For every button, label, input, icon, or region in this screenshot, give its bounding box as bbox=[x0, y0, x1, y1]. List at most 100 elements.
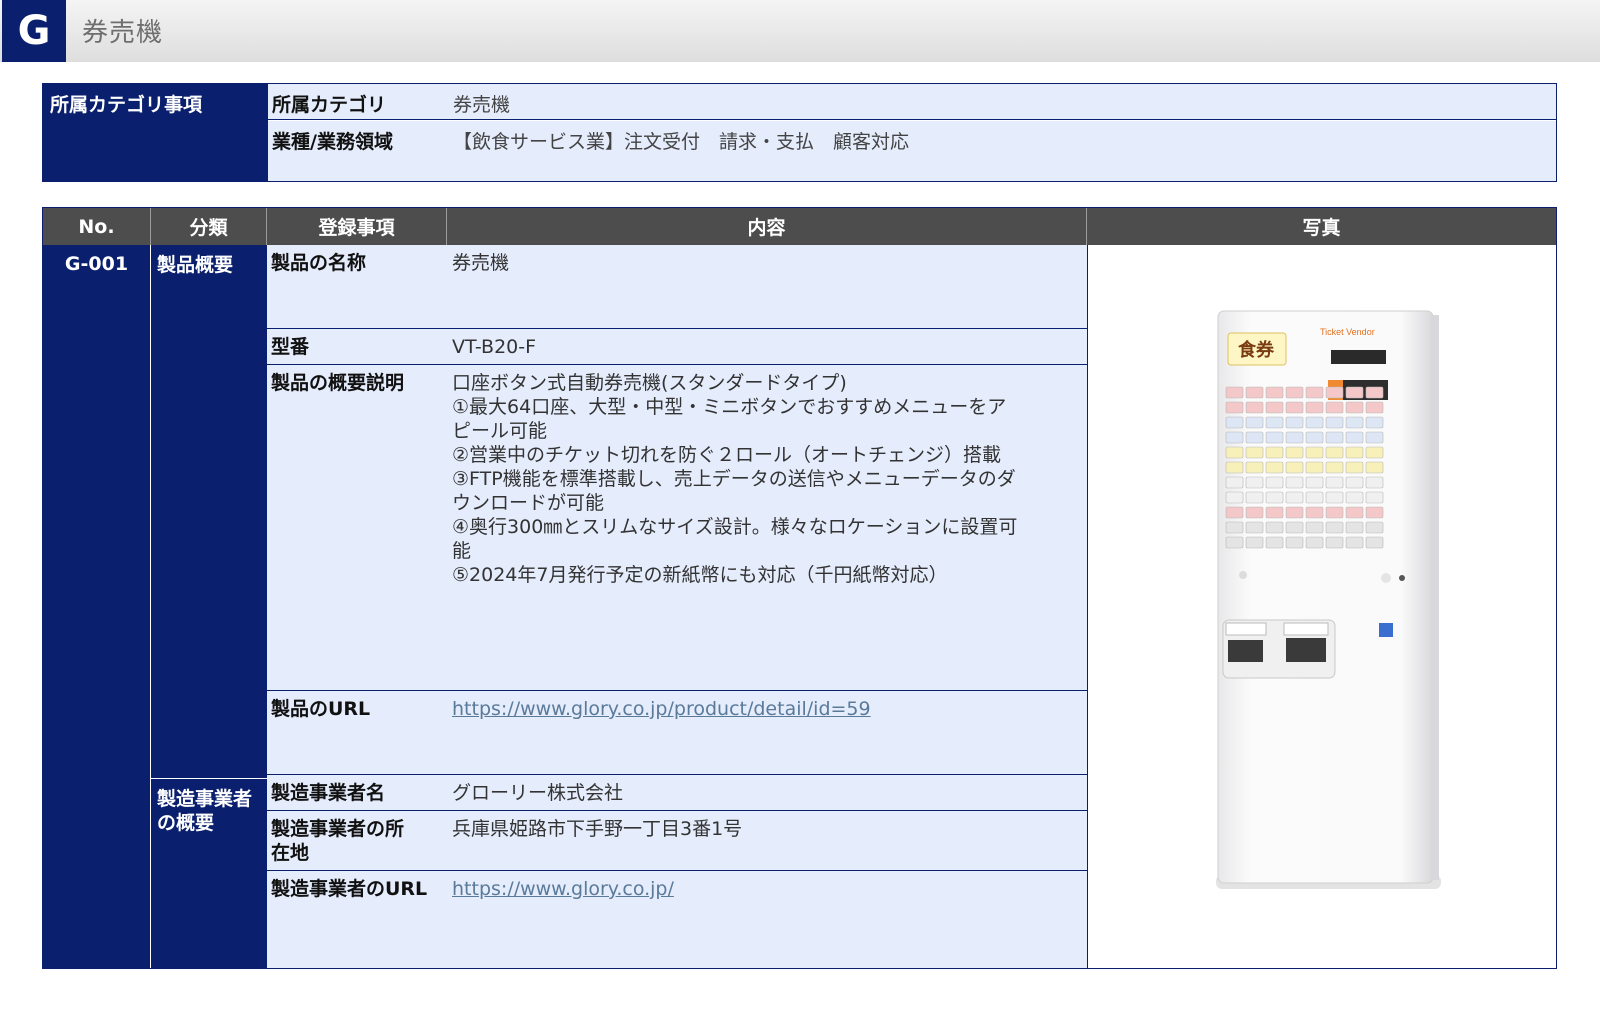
menu-button-shape bbox=[1265, 401, 1284, 414]
menu-button-shape bbox=[1285, 401, 1304, 414]
description-line: 能 bbox=[452, 540, 472, 562]
product-name-label: 製品の名称 bbox=[271, 252, 367, 274]
menu-button-shape bbox=[1305, 401, 1324, 414]
menu-button-shape bbox=[1245, 416, 1264, 429]
model-value: VT-B20-F bbox=[452, 336, 537, 358]
registration-table: No. 分類 登録事項 内容 写真 G-001 製品概要 製造事業者の概要 製品… bbox=[42, 207, 1557, 969]
menu-button-shape bbox=[1305, 386, 1324, 399]
row-product-name: 製品の名称 券売機 bbox=[267, 245, 1087, 329]
photo-cell: 食券 Ticket Vendor bbox=[1087, 245, 1556, 968]
entry-number: G-001 bbox=[43, 245, 151, 968]
menu-button-shape bbox=[1325, 401, 1344, 414]
header-classification: 分類 bbox=[151, 208, 267, 245]
description-line: ④奥行300㎜とスリムなサイズ設計。様々なロケーションに設置可 bbox=[452, 516, 1018, 538]
menu-button-shape bbox=[1305, 461, 1324, 474]
category-value: 券売機 bbox=[453, 94, 511, 116]
menu-button-shape bbox=[1305, 476, 1324, 489]
description-line: ③FTP機能を標準搭載し、売上データの送信やメニューデータのダ bbox=[452, 468, 1016, 490]
menu-button-shape bbox=[1285, 431, 1304, 444]
product-name-value: 券売機 bbox=[452, 252, 510, 274]
row-maker-name: 製造事業者名 グローリー株式会社 bbox=[267, 775, 1087, 811]
menu-button-shape bbox=[1325, 521, 1344, 534]
menu-button-shape bbox=[1365, 386, 1384, 399]
maker-url-link[interactable]: https://www.glory.co.jp/ bbox=[452, 878, 674, 900]
menu-button-shape bbox=[1265, 506, 1284, 519]
menu-button-shape bbox=[1305, 506, 1324, 519]
row-product-url: 製品のURL https://www.glory.co.jp/product/d… bbox=[267, 691, 1087, 775]
menu-button-shape bbox=[1225, 476, 1244, 489]
menu-button-shape bbox=[1225, 446, 1244, 459]
description-line: 口座ボタン式自動券売機(スタンダードタイプ) bbox=[452, 372, 847, 394]
description-label: 製品の概要説明 bbox=[271, 372, 405, 394]
maker-name-label: 製造事業者名 bbox=[271, 782, 386, 804]
menu-button-shape bbox=[1285, 476, 1304, 489]
industry-label: 業種/業務領域 bbox=[272, 131, 393, 153]
sign-brand: Ticket Vendor bbox=[1320, 327, 1375, 337]
menu-button-shape bbox=[1325, 506, 1344, 519]
product-url-label: 製品のURL bbox=[271, 698, 371, 720]
menu-button-shape bbox=[1245, 386, 1264, 399]
menu-button-shape bbox=[1265, 476, 1284, 489]
description-value: 口座ボタン式自動券売機(スタンダードタイプ) ①最大64口座、大型・中型・ミニボ… bbox=[452, 371, 1077, 587]
menu-button-shape bbox=[1345, 461, 1364, 474]
description-line: ②営業中のチケット切れを防ぐ２ロール（オートチェンジ）搭載 bbox=[452, 444, 1002, 466]
menu-button-shape bbox=[1285, 536, 1304, 549]
menu-button-shape bbox=[1365, 521, 1384, 534]
menu-button-shape bbox=[1365, 416, 1384, 429]
menu-button-shape bbox=[1345, 401, 1364, 414]
menu-button-shape bbox=[1265, 461, 1284, 474]
menu-button-shape bbox=[1225, 461, 1244, 474]
menu-button-shape bbox=[1305, 521, 1324, 534]
maker-url-cell: https://www.glory.co.jp/ bbox=[452, 877, 1077, 901]
sign-food-ticket: 食券 bbox=[1237, 339, 1275, 360]
menu-button-shape bbox=[1345, 431, 1364, 444]
menu-button-shape bbox=[1305, 446, 1324, 459]
menu-button-shape bbox=[1245, 461, 1264, 474]
product-url-link[interactable]: https://www.glory.co.jp/product/detail/i… bbox=[452, 698, 871, 720]
menu-button-shape bbox=[1265, 416, 1284, 429]
menu-button-shape bbox=[1225, 536, 1244, 549]
row-model: 型番 VT-B20-F bbox=[267, 329, 1087, 365]
model-label: 型番 bbox=[271, 336, 310, 358]
menu-button-shape bbox=[1245, 431, 1264, 444]
menu-button-shape bbox=[1365, 446, 1384, 459]
header-no: No. bbox=[43, 208, 151, 245]
maker-address-label: 製造事業者の所在地 bbox=[271, 818, 405, 864]
menu-button-shape bbox=[1265, 521, 1284, 534]
menu-button-shape bbox=[1225, 506, 1244, 519]
description-line: ウンロードが可能 bbox=[452, 492, 605, 514]
menu-button-shape bbox=[1245, 506, 1264, 519]
category-heading: 所属カテゴリ事項 bbox=[43, 84, 268, 181]
menu-button-shape bbox=[1285, 521, 1304, 534]
menu-button-shape bbox=[1365, 431, 1384, 444]
menu-button-shape bbox=[1305, 536, 1324, 549]
menu-button-shape bbox=[1345, 416, 1364, 429]
page-title: 券売機 bbox=[82, 18, 164, 48]
menu-button-shape bbox=[1325, 491, 1344, 504]
menu-button-shape bbox=[1345, 446, 1364, 459]
menu-button-shape bbox=[1325, 461, 1344, 474]
menu-button-shape bbox=[1365, 401, 1384, 414]
menu-button-shape bbox=[1245, 476, 1264, 489]
menu-button-shape bbox=[1325, 386, 1344, 399]
menu-button-shape bbox=[1285, 506, 1304, 519]
menu-button-shape bbox=[1245, 521, 1264, 534]
menu-button-shape bbox=[1245, 491, 1264, 504]
header-content: 内容 bbox=[447, 208, 1087, 245]
menu-button-shape bbox=[1325, 416, 1344, 429]
product-url-cell: https://www.glory.co.jp/product/detail/i… bbox=[452, 697, 1077, 721]
header-item: 登録事項 bbox=[267, 208, 447, 245]
category-row: 所属カテゴリ 券売機 bbox=[268, 84, 1556, 120]
menu-button-shape bbox=[1225, 401, 1244, 414]
menu-button-shape bbox=[1265, 536, 1284, 549]
maker-name-value: グローリー株式会社 bbox=[452, 782, 624, 804]
maker-address-value: 兵庫県姫路市下手野一丁目3番1号 bbox=[452, 818, 743, 840]
menu-button-shape bbox=[1345, 386, 1364, 399]
menu-button-shape bbox=[1365, 536, 1384, 549]
menu-button-shape bbox=[1365, 476, 1384, 489]
group-maker-overview: 製造事業者の概要 bbox=[151, 779, 267, 968]
menu-button-shape bbox=[1305, 491, 1324, 504]
industry-row: 業種/業務領域 【飲食サービス業】注文受付 請求・支払 顧客対応 bbox=[268, 121, 1556, 181]
description-line: ①最大64口座、大型・中型・ミニボタンでおすすめメニューをア bbox=[452, 396, 1007, 418]
menu-button-shape bbox=[1285, 461, 1304, 474]
